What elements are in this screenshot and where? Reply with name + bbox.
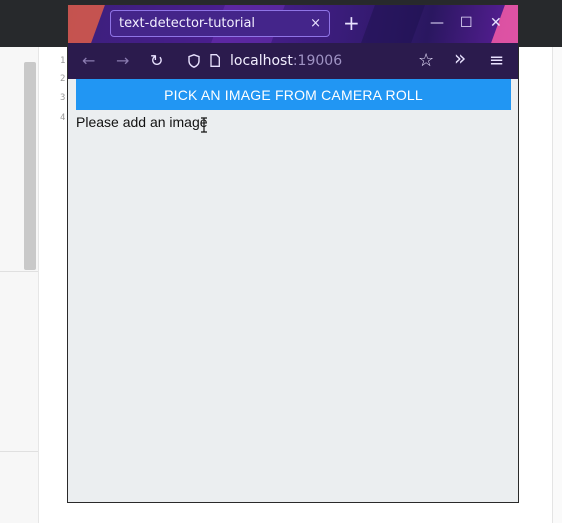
text-cursor-icon	[201, 117, 207, 133]
sidebar-divider	[0, 451, 38, 452]
line-number: 3	[60, 93, 66, 103]
close-window-icon[interactable]: ✕	[490, 13, 502, 33]
maximize-icon[interactable]: ☐	[460, 13, 473, 33]
page-content: PICK AN IMAGE FROM CAMERA ROLL Please ad…	[68, 79, 518, 502]
close-tab-icon[interactable]: ×	[310, 11, 321, 36]
url-host: localhost	[230, 53, 293, 69]
address-bar[interactable]: localhost:19006	[180, 49, 440, 73]
overflow-icon[interactable]: »	[454, 48, 466, 68]
forward-icon[interactable]: →	[116, 51, 129, 71]
theme-decoration	[361, 5, 425, 43]
line-number: 2	[60, 74, 66, 84]
line-number: 1	[60, 56, 66, 66]
menu-icon[interactable]: ≡	[489, 51, 504, 71]
page-icon	[210, 54, 220, 67]
browser-tab[interactable]: text-detector-tutorial ×	[110, 10, 330, 37]
browser-window: text-detector-tutorial × + — ☐ ✕ ← → ↻ l…	[67, 4, 519, 503]
editor-line-gutter: 1 2 3 4	[40, 47, 68, 523]
line-number: 4	[60, 113, 66, 123]
bookmark-star-icon[interactable]: ☆	[418, 51, 434, 71]
theme-decoration	[68, 5, 105, 43]
tab-title: text-detector-tutorial	[119, 16, 256, 31]
sidebar-divider	[0, 271, 38, 272]
url-port: :19006	[292, 53, 343, 69]
new-tab-icon[interactable]: +	[343, 11, 360, 35]
status-message: Please add an image	[76, 114, 208, 130]
browser-title-bar: text-detector-tutorial × + — ☐ ✕	[68, 5, 518, 43]
shield-icon[interactable]	[188, 54, 200, 68]
reload-icon[interactable]: ↻	[150, 51, 163, 71]
minimize-icon[interactable]: —	[430, 13, 444, 33]
editor-right-edge	[552, 47, 562, 523]
url-text: localhost:19006	[230, 49, 342, 73]
back-icon[interactable]: ←	[82, 51, 95, 71]
editor-scrollbar[interactable]	[24, 62, 36, 270]
navigation-toolbar: ← → ↻ localhost:19006 ☆ » ≡	[68, 43, 518, 79]
pick-image-button[interactable]: PICK AN IMAGE FROM CAMERA ROLL	[76, 79, 511, 110]
